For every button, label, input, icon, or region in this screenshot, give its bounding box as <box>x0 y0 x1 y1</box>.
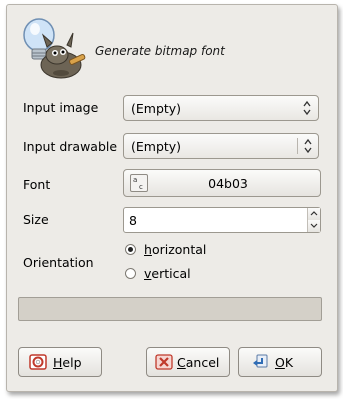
orientation-horizontal-radio[interactable]: horizontal <box>125 241 245 259</box>
orientation-label: Orientation <box>23 255 94 270</box>
size-decrement-button[interactable] <box>307 220 320 232</box>
radio-circle <box>125 268 136 279</box>
dialog-header: Generate bitmap font <box>17 13 327 85</box>
progress-bar <box>18 297 322 321</box>
dialog-window: Generate bitmap font Input image (Empty)… <box>6 4 338 392</box>
input-image-label: Input image <box>23 100 99 115</box>
radio-selected-dot <box>128 247 133 252</box>
input-drawable-combo[interactable]: (Empty) <box>123 133 319 159</box>
cancel-button-label: Cancel <box>177 355 220 370</box>
ok-button[interactable]: OK <box>238 347 322 377</box>
dialog-title: Generate bitmap font <box>95 44 225 58</box>
help-button-label: Help <box>53 355 82 370</box>
chevron-up-icon <box>310 211 318 216</box>
orientation-vertical-radio[interactable]: vertical <box>125 265 245 283</box>
font-select-button[interactable]: a c 04b03 <box>123 169 321 197</box>
size-value: 8 <box>129 213 137 228</box>
input-image-combo[interactable]: (Empty) <box>123 95 319 121</box>
input-drawable-value: (Empty) <box>131 139 182 154</box>
help-button[interactable]: Help <box>18 347 102 377</box>
ok-button-label: OK <box>275 355 294 370</box>
font-label: Font <box>23 177 51 192</box>
combo-separator <box>297 138 298 154</box>
ok-arrow-icon <box>253 354 268 368</box>
up-down-arrow-icon <box>303 100 311 116</box>
radio-circle <box>125 244 136 255</box>
size-increment-button[interactable] <box>307 208 320 220</box>
lifebuoy-icon <box>29 354 47 370</box>
orientation-horizontal-label: horizontal <box>144 242 207 257</box>
cancel-icon <box>155 354 173 370</box>
gimp-script-fu-icon <box>23 18 86 79</box>
input-drawable-label: Input drawable <box>23 139 118 154</box>
cancel-button[interactable]: Cancel <box>146 347 230 377</box>
font-value: 04b03 <box>208 176 248 191</box>
up-down-arrow-icon <box>304 138 312 154</box>
size-spinbutton[interactable]: 8 <box>123 207 321 233</box>
input-image-value: (Empty) <box>131 101 182 116</box>
orientation-vertical-label: vertical <box>144 266 191 281</box>
chevron-down-icon <box>310 223 318 228</box>
size-label: Size <box>23 212 49 227</box>
